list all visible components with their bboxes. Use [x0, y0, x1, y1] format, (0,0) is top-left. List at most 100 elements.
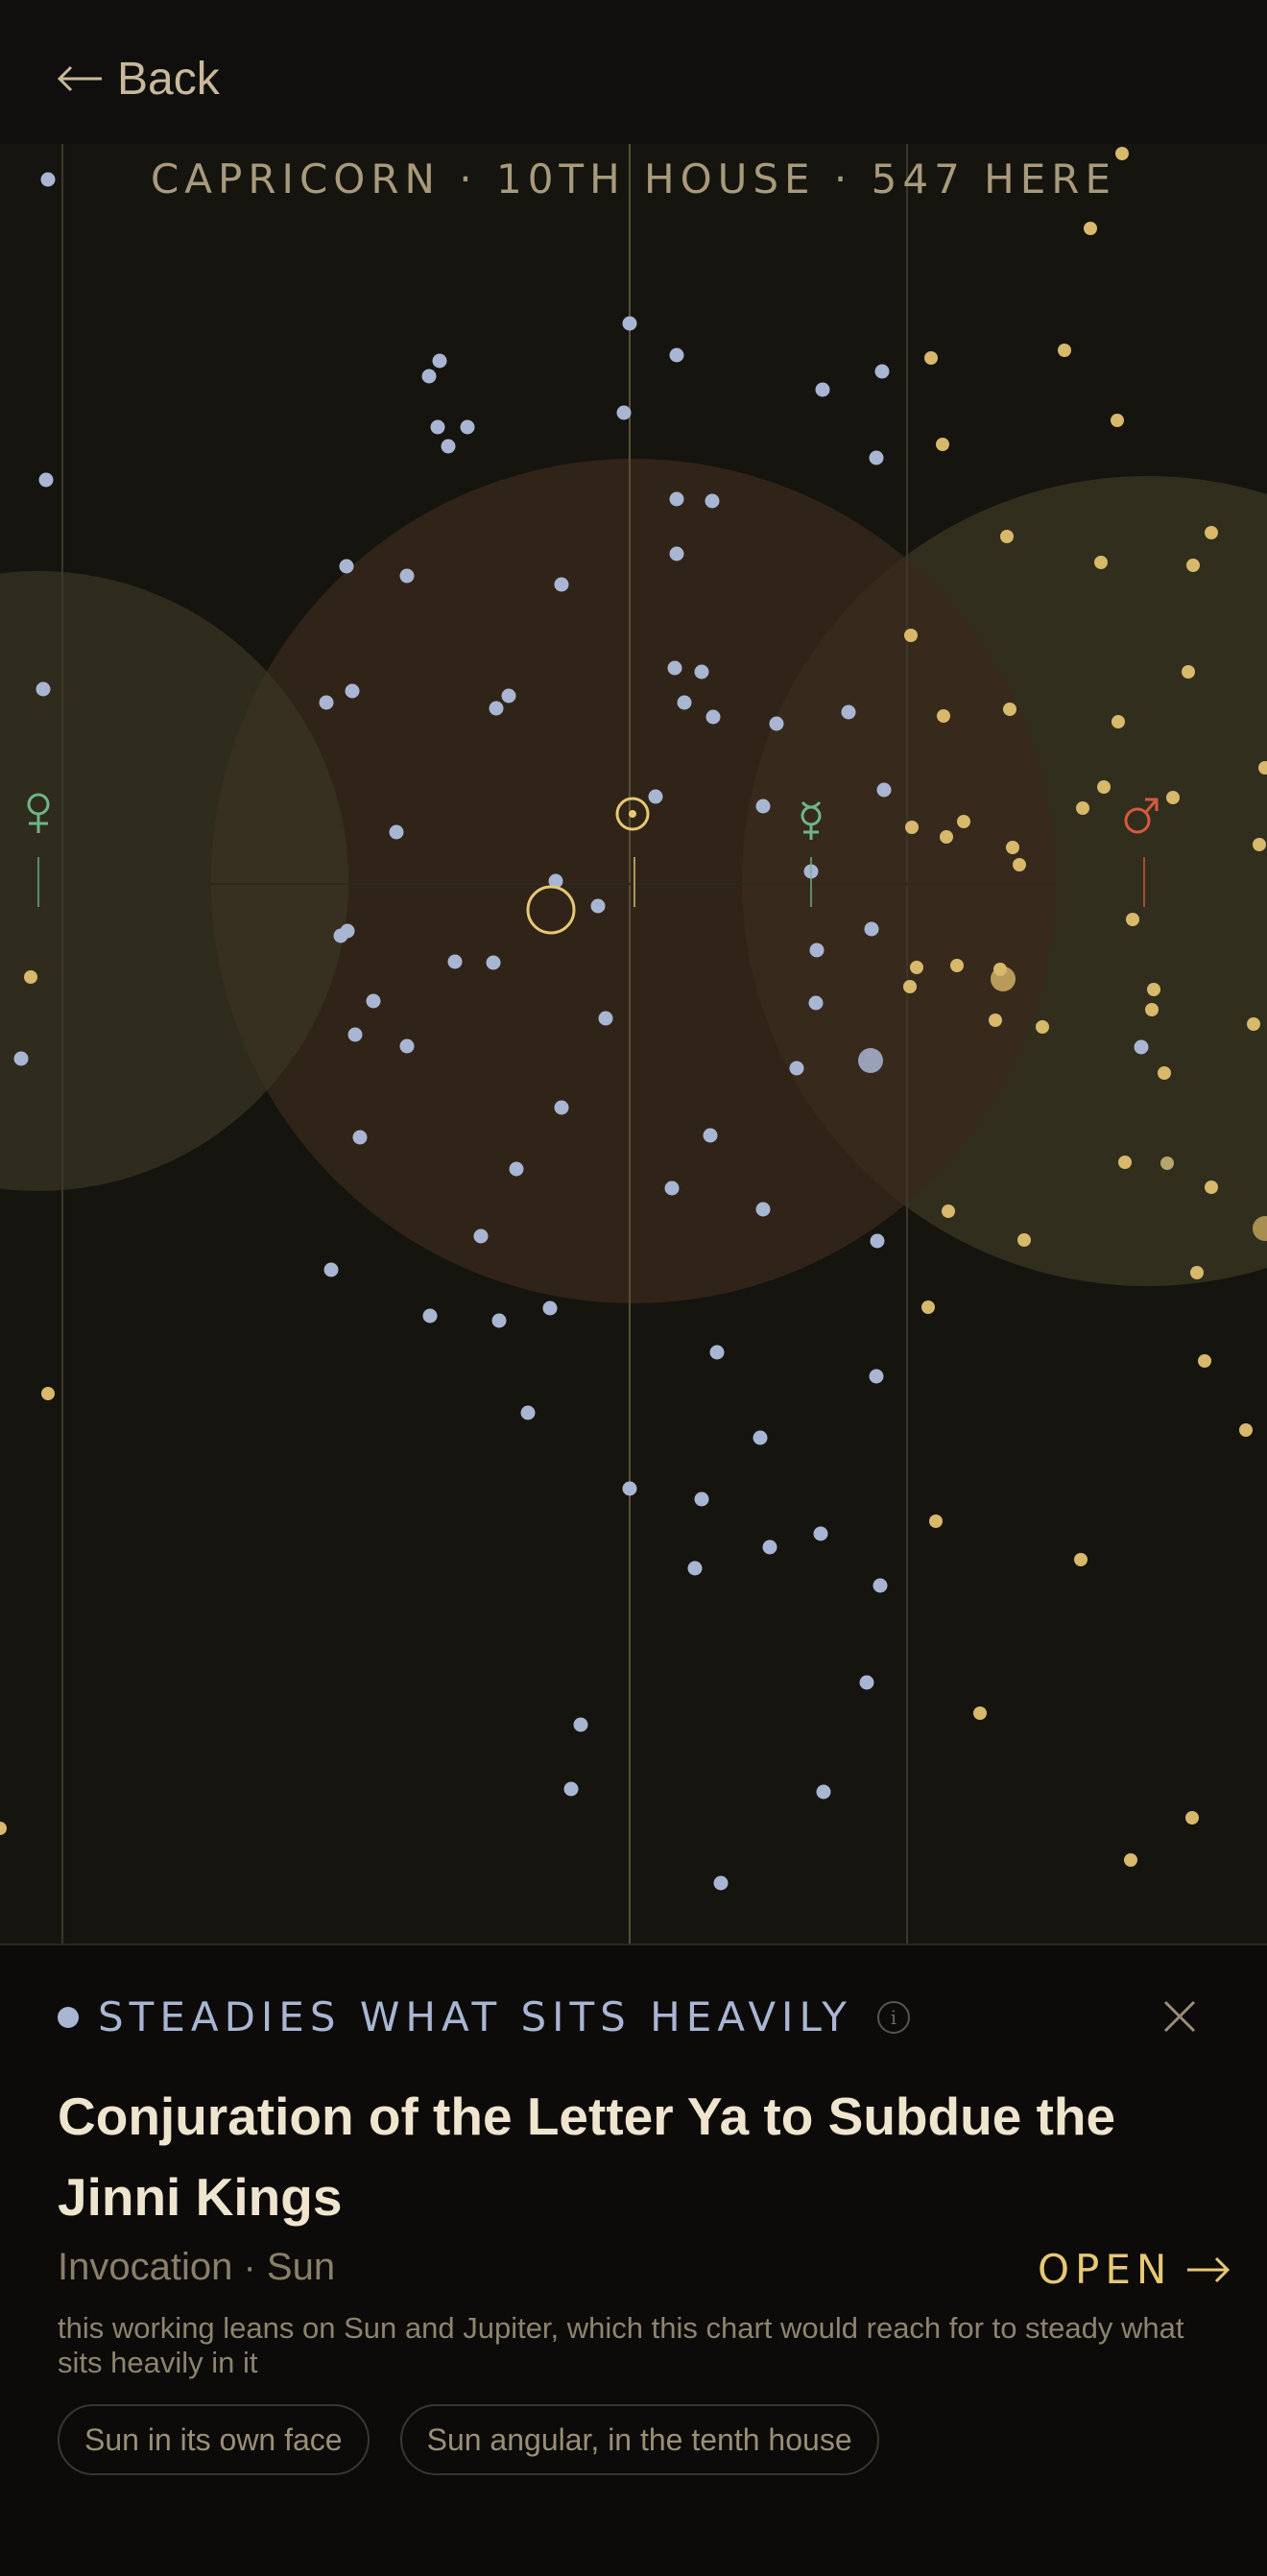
star [1134, 1039, 1149, 1055]
star [501, 688, 516, 704]
star [924, 351, 938, 365]
star [869, 1369, 884, 1384]
star [554, 1100, 569, 1115]
star [669, 347, 684, 363]
star [1118, 1156, 1132, 1169]
star [41, 1387, 55, 1400]
star [1182, 665, 1195, 679]
tag-chip[interactable]: Sun in its own face [58, 2404, 370, 2475]
star [905, 821, 919, 834]
star [858, 1048, 883, 1073]
star [957, 815, 970, 828]
star [1017, 1233, 1031, 1247]
close-button[interactable] [1158, 1994, 1202, 2039]
star [789, 1061, 804, 1076]
star [864, 921, 879, 937]
star [677, 695, 692, 710]
star [366, 993, 381, 1009]
star [694, 664, 709, 680]
star [1058, 344, 1071, 357]
star [769, 716, 784, 731]
star [713, 1875, 729, 1891]
star [755, 799, 771, 814]
verdict-row: STEADIES WHAT SITS HEAVILY i [58, 1993, 910, 2040]
top-bar: Back [0, 0, 1267, 144]
star [816, 1784, 831, 1800]
star [1160, 1157, 1174, 1170]
star [705, 709, 721, 725]
star [950, 959, 964, 972]
star [1084, 222, 1097, 235]
star [542, 1300, 558, 1316]
star [447, 954, 463, 969]
star [841, 704, 856, 720]
star [441, 439, 456, 454]
tag-chip[interactable]: Sun angular, in the tenth house [399, 2404, 879, 2475]
star [910, 961, 923, 974]
star [1166, 791, 1180, 804]
star [903, 980, 917, 993]
star [813, 1526, 828, 1541]
star [430, 419, 445, 435]
star [1036, 1020, 1049, 1034]
star [755, 1202, 771, 1217]
star [554, 577, 569, 592]
star [486, 955, 501, 970]
star [1074, 1553, 1088, 1566]
star [1126, 913, 1139, 926]
star [687, 1561, 703, 1576]
star [1112, 715, 1125, 728]
star [709, 1345, 725, 1360]
star [942, 1205, 955, 1218]
star [13, 1051, 29, 1066]
star [1185, 1811, 1199, 1825]
open-button[interactable]: OPEN [1038, 2246, 1231, 2293]
arrow-right-icon [1187, 2256, 1231, 2282]
star [1198, 1354, 1211, 1368]
star [1147, 983, 1160, 996]
star [1158, 1066, 1171, 1080]
star [323, 1262, 339, 1277]
star [873, 1578, 888, 1593]
close-icon [1163, 2000, 1196, 2033]
star [762, 1539, 777, 1555]
star [1239, 1423, 1253, 1437]
star [973, 1706, 987, 1720]
star [509, 1161, 524, 1177]
back-button[interactable]: Back [56, 48, 220, 109]
star [473, 1228, 489, 1244]
star [1145, 1003, 1159, 1016]
star [664, 1181, 680, 1196]
star [921, 1300, 935, 1314]
back-label: Back [117, 53, 220, 105]
star [563, 1781, 579, 1797]
open-label: OPEN [1038, 2246, 1173, 2293]
star [648, 789, 663, 804]
star [421, 369, 437, 384]
star [808, 995, 824, 1011]
star [38, 472, 54, 488]
star [1205, 1181, 1218, 1194]
star [590, 898, 606, 914]
star [1124, 1853, 1137, 1867]
star [389, 824, 404, 840]
info-icon[interactable]: i [876, 2000, 910, 2034]
star [904, 629, 918, 642]
working-title: Conjuration of the Letter Ya to Subdue t… [58, 2087, 1116, 2227]
star [936, 438, 949, 451]
star [1097, 780, 1111, 794]
star [874, 364, 890, 379]
sky-map-canvas [0, 144, 1267, 1944]
star [352, 1130, 368, 1145]
star [432, 353, 447, 369]
verdict-dot [58, 2006, 79, 2028]
star [622, 316, 637, 331]
working-description: this working leans on Sun and Jupiter, w… [58, 2311, 1184, 2379]
star [859, 1675, 874, 1690]
star [667, 660, 682, 676]
star [520, 1405, 536, 1420]
star [1076, 801, 1089, 815]
star [1111, 414, 1124, 427]
sky-map[interactable] [0, 144, 1267, 1944]
tag-list: Sun in its own face Sun angular, in the … [58, 2404, 879, 2475]
